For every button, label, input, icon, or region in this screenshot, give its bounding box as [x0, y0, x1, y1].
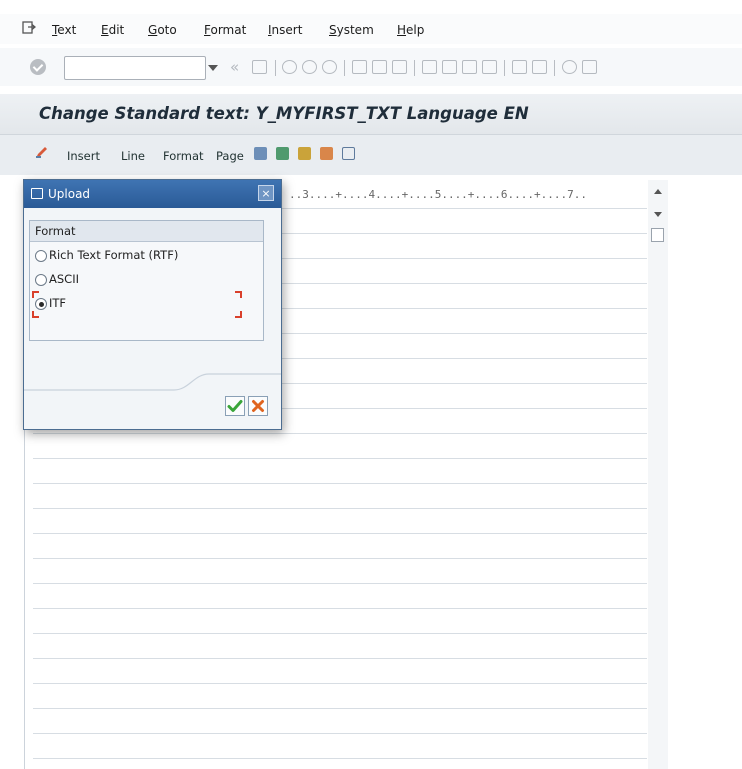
radio-button[interactable] — [35, 250, 47, 262]
layout-menu-icon[interactable] — [582, 60, 597, 74]
radio-button[interactable] — [35, 274, 47, 286]
editor-line — [33, 733, 647, 734]
focus-marker — [32, 291, 39, 298]
editor-line — [33, 683, 647, 684]
editor-line — [33, 433, 647, 434]
dialog-footer-curve — [24, 373, 281, 391]
page-title: Change Standard text: Y_MYFIRST_TXT Lang… — [39, 104, 529, 123]
format-button[interactable]: Format — [163, 149, 204, 163]
find-next-icon[interactable] — [392, 60, 407, 74]
radio-label: ASCII — [49, 272, 79, 286]
standard-toolbar: « — [0, 48, 742, 86]
command-dropdown-icon[interactable] — [202, 56, 224, 78]
toolbar-separator — [504, 60, 505, 76]
previous-page-icon[interactable] — [442, 60, 457, 74]
toolbar-separator — [554, 60, 555, 76]
ruler-text: ..3....+....4....+....5....+....6....+..… — [289, 188, 588, 201]
menu-system[interactable]: System — [329, 23, 374, 37]
editor-line — [33, 633, 647, 634]
close-icon[interactable]: × — [258, 185, 274, 201]
cancel-button[interactable] — [248, 396, 268, 416]
enter-check-icon[interactable] — [30, 59, 46, 75]
collapse-arrows-icon[interactable]: « — [230, 58, 239, 76]
back-icon[interactable] — [282, 60, 297, 74]
cancel-x-icon — [252, 400, 264, 412]
edit-pencil-icon[interactable] — [35, 146, 48, 159]
focus-marker — [235, 291, 242, 298]
move-icon[interactable] — [320, 147, 333, 160]
radio-button-selected[interactable] — [35, 298, 47, 310]
format-group-header: Format — [30, 221, 263, 242]
editor-line — [33, 608, 647, 609]
new-session-icon[interactable] — [512, 60, 527, 74]
menu-exit-icon[interactable] — [22, 21, 36, 34]
format-group: Format Rich Text Format (RTF) ASCII ITF — [29, 220, 264, 341]
dialog-header: Upload × — [24, 180, 281, 208]
copy-icon[interactable] — [254, 147, 267, 160]
next-page-icon[interactable] — [462, 60, 477, 74]
menu-bar: Text Edit Goto Format Insert System Help — [0, 14, 742, 44]
vertical-scrollbar[interactable] — [648, 180, 668, 769]
checkmark-icon — [227, 400, 243, 412]
menu-insert[interactable]: Insert — [268, 23, 302, 37]
first-page-icon[interactable] — [422, 60, 437, 74]
upload-dialog: Upload × Format Rich Text Format (RTF) A… — [23, 179, 282, 430]
menu-format[interactable]: Format — [204, 23, 246, 37]
save-icon[interactable] — [252, 60, 267, 74]
editor-line — [33, 708, 647, 709]
scroll-down-icon[interactable] — [654, 212, 662, 217]
menu-text[interactable]: Text — [52, 23, 76, 37]
command-field[interactable] — [64, 56, 206, 80]
print-icon[interactable] — [352, 60, 367, 74]
dialog-title: Upload — [48, 187, 91, 201]
editor-line — [33, 458, 647, 459]
application-toolbar: Insert Line Format Page — [0, 134, 742, 175]
focus-marker — [235, 311, 242, 318]
menu-goto[interactable]: Goto — [148, 23, 177, 37]
toolbar-separator — [414, 60, 415, 76]
upload-dialog-icon — [31, 188, 43, 199]
radio-label: ITF — [49, 296, 67, 310]
toolbar-separator — [344, 60, 345, 76]
hierarchy-icon[interactable] — [276, 147, 289, 160]
insert-button[interactable]: Insert — [67, 149, 100, 163]
ok-button[interactable] — [225, 396, 245, 416]
find-icon[interactable] — [372, 60, 387, 74]
editor-line — [33, 558, 647, 559]
scroll-up-icon[interactable] — [654, 189, 662, 194]
line-button[interactable]: Line — [121, 149, 145, 163]
page-button[interactable]: Page — [216, 149, 244, 163]
table-icon[interactable] — [298, 147, 311, 160]
editor-line — [33, 583, 647, 584]
cancel-icon[interactable] — [322, 60, 337, 74]
last-page-icon[interactable] — [482, 60, 497, 74]
editor-line — [33, 508, 647, 509]
editor-line — [33, 758, 647, 759]
editor-line — [33, 533, 647, 534]
menu-edit[interactable]: Edit — [101, 23, 124, 37]
format-group-title: Format — [35, 224, 76, 238]
shortcut-icon[interactable] — [532, 60, 547, 74]
radio-label: Rich Text Format (RTF) — [49, 248, 179, 262]
editor-line — [33, 658, 647, 659]
help-icon[interactable] — [562, 60, 577, 74]
scroll-thumb[interactable] — [651, 228, 664, 242]
toolbar-separator — [275, 60, 276, 76]
editor-line — [33, 483, 647, 484]
exit-icon[interactable] — [302, 60, 317, 74]
document-icon[interactable] — [342, 147, 355, 160]
menu-help[interactable]: Help — [397, 23, 424, 37]
focus-marker — [32, 311, 39, 318]
title-bar: Change Standard text: Y_MYFIRST_TXT Lang… — [0, 94, 742, 134]
